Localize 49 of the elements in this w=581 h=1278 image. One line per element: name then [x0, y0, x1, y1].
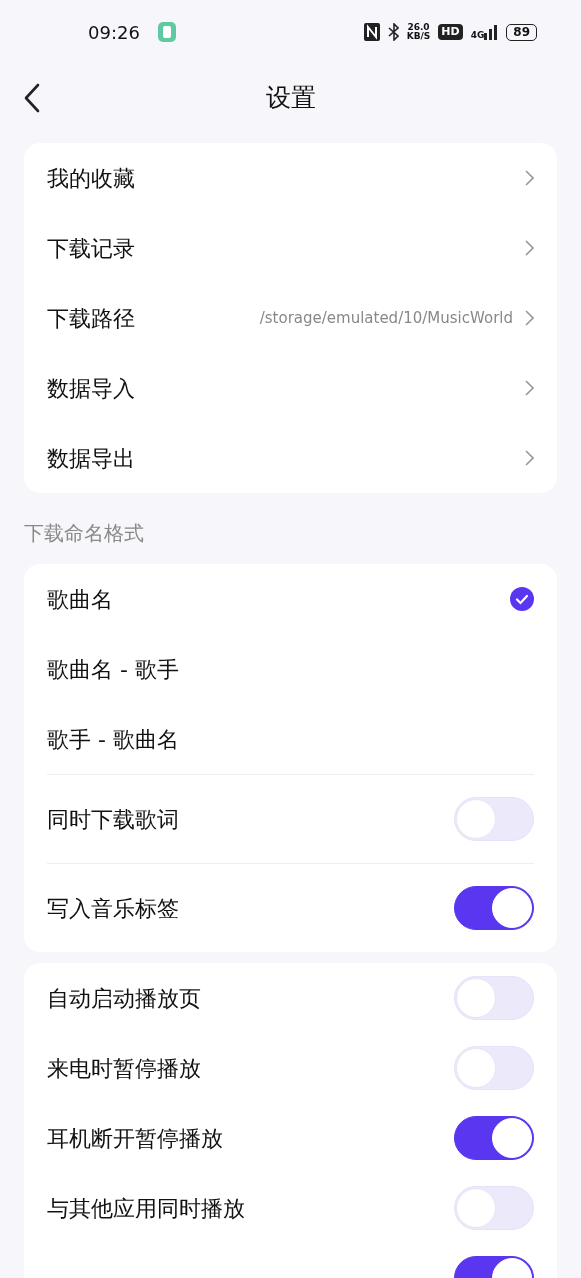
row-label: 写入音乐标签 [47, 894, 179, 923]
settings-row[interactable]: 来电时暂停播放 [47, 1033, 534, 1103]
chevron-right-icon [525, 170, 534, 186]
app-notification-icon [157, 22, 176, 42]
row-label: 下载路径 [47, 304, 135, 333]
row-label: 我的收藏 [47, 164, 135, 193]
nfc-icon [363, 23, 380, 41]
row-label: 耳机断开暂停播放 [47, 1124, 223, 1153]
chevron-right-icon [525, 450, 534, 466]
row-label: 来电时暂停播放 [47, 1054, 201, 1083]
chevron-right-icon [525, 380, 534, 396]
chevron-right-icon [525, 310, 534, 326]
row-label: 与其他应用同时播放 [47, 1194, 245, 1223]
row-label: 歌曲名 - 歌手 [47, 655, 179, 684]
row-label: 数据导入 [47, 374, 135, 403]
settings-row[interactable]: 歌曲名 - 歌手 [47, 634, 534, 704]
row-label: 下载记录 [47, 234, 135, 263]
settings-row[interactable]: 下载记录 [47, 213, 534, 283]
network-type: 4G [470, 31, 485, 40]
row-label: 歌曲名 [47, 585, 113, 614]
path-value: /storage/emulated/10/MusicWorld [259, 307, 513, 329]
settings-row[interactable]: 耳机断开暂停播放 [47, 1103, 534, 1173]
settings-row[interactable]: 写入音乐标签 [47, 873, 534, 943]
settings-row[interactable]: 歌手 - 歌曲名 [47, 704, 534, 774]
clock-time: 09:26 [88, 20, 140, 45]
hd-badge: HD [438, 24, 463, 40]
settings-row[interactable]: 自动启动播放页 [47, 963, 534, 1033]
row-label: 数据导出 [47, 444, 135, 473]
chevron-right-icon [525, 240, 534, 256]
battery-level: 89 [506, 23, 537, 41]
network-speed: 26.0 [406, 23, 431, 32]
settings-row[interactable]: 歌曲名 [47, 564, 534, 634]
page-title: 设置 [265, 82, 316, 115]
row-label: 同时下载歌词 [47, 805, 179, 834]
settings-row[interactable]: 同时下载歌词 [47, 784, 534, 854]
settings-row[interactable]: 我的收藏 [47, 143, 534, 213]
bluetooth-icon [387, 23, 399, 41]
row-label: 歌手 - 歌曲名 [47, 725, 179, 754]
toggle-switch[interactable] [454, 1116, 534, 1160]
settings-row[interactable]: 数据导出 [47, 423, 534, 493]
toggle-switch[interactable] [454, 886, 534, 930]
row-label: 自动启动播放页 [47, 984, 201, 1013]
settings-row[interactable]: 数据导入 [47, 353, 534, 423]
signal-icon [484, 24, 499, 40]
back-icon [24, 83, 40, 113]
section-heading: 下载命名格式 [24, 520, 145, 547]
speed-unit: KB/S [406, 32, 431, 41]
settings-row[interactable]: 与其他应用同时播放 [47, 1173, 534, 1243]
settings-row[interactable]: 下载路径 /storage/emulated/10/MusicWorld [47, 283, 534, 353]
